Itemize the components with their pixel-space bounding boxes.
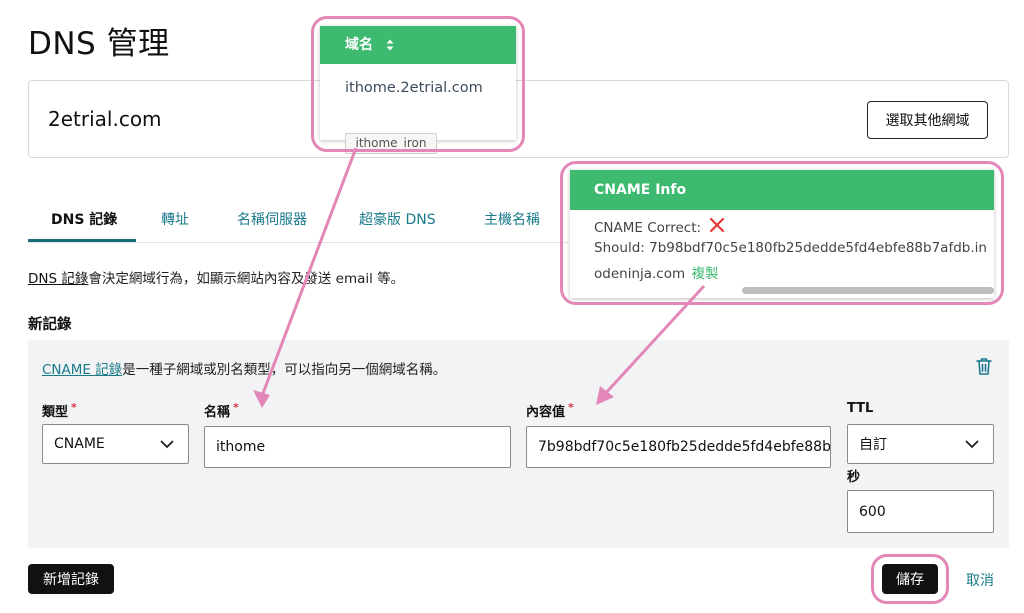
content-input[interactable]: 7b98bdf70c5e180fb25dedde5fd4ebfe88b7 xyxy=(526,426,831,468)
record-type-intro: CNAME 記錄是一種子網域或別名類型，可以指向另一個網域名稱。 xyxy=(42,358,446,378)
cname-record-link[interactable]: CNAME 記錄 xyxy=(42,362,122,378)
dns-description-text: 會決定網域行為，如顯示網站內容及發送 email 等。 xyxy=(88,271,405,287)
cname-callout-highlight xyxy=(560,161,1004,305)
chevron-down-icon xyxy=(160,440,174,449)
tabs-bar: DNS 記錄 轉址 名稱伺服器 超豪版 DNS 主機名稱 xyxy=(28,195,568,243)
name-input[interactable]: ithome xyxy=(204,426,511,468)
tab-dns-records[interactable]: DNS 記錄 xyxy=(51,209,117,229)
ttl-label: TTL xyxy=(847,401,874,416)
chevron-down-icon xyxy=(965,440,979,449)
required-marker: * xyxy=(233,401,239,414)
type-label-text: 類型 xyxy=(42,405,69,420)
domain-name: 2etrial.com xyxy=(48,107,162,131)
new-record-form: CNAME 記錄是一種子網域或別名類型，可以指向另一個網域名稱。 類型 * CNA… xyxy=(28,340,1009,548)
name-input-value: ithome xyxy=(216,439,266,455)
type-select[interactable]: CNAME xyxy=(42,424,189,464)
dns-records-link[interactable]: DNS 記錄 xyxy=(28,271,88,287)
dns-description: DNS 記錄會決定網域行為，如顯示網站內容及發送 email 等。 xyxy=(28,267,404,287)
tabs-divider xyxy=(28,242,568,243)
add-record-button[interactable]: 新增記錄 xyxy=(28,564,114,594)
ttl-select[interactable]: 自訂 xyxy=(847,424,994,464)
tab-premium-dns[interactable]: 超豪版 DNS xyxy=(359,209,436,229)
seconds-label: 秒 xyxy=(847,470,861,485)
domain-callout-highlight xyxy=(311,16,525,152)
tab-forwarding[interactable]: 轉址 xyxy=(161,209,189,229)
tab-hostnames[interactable]: 主機名稱 xyxy=(484,209,540,229)
switch-domain-button[interactable]: 選取其他網域 xyxy=(867,101,988,139)
required-marker: * xyxy=(568,401,574,414)
new-record-title: 新記錄 xyxy=(28,317,72,333)
cancel-button[interactable]: 取消 xyxy=(966,570,994,590)
content-label-text: 內容值 xyxy=(526,405,566,420)
content-input-value: 7b98bdf70c5e180fb25dedde5fd4ebfe88b7 xyxy=(538,439,831,455)
name-label-text: 名稱 xyxy=(204,405,231,420)
ttl-select-value: 自訂 xyxy=(859,437,887,453)
trash-icon[interactable] xyxy=(975,356,993,376)
type-select-value: CNAME xyxy=(54,436,105,452)
save-highlight xyxy=(871,554,949,604)
seconds-input-value: 600 xyxy=(859,503,886,520)
record-type-intro-text: 是一種子網域或別名類型，可以指向另一個網域名稱。 xyxy=(122,362,447,378)
name-label: 名稱 * xyxy=(204,401,239,420)
content-label: 內容值 * xyxy=(526,401,574,420)
seconds-input[interactable]: 600 xyxy=(847,490,994,533)
page-title: DNS 管理 xyxy=(28,26,170,62)
required-marker: * xyxy=(71,401,77,414)
type-label: 類型 * xyxy=(42,401,77,420)
tab-nameservers[interactable]: 名稱伺服器 xyxy=(237,209,307,229)
